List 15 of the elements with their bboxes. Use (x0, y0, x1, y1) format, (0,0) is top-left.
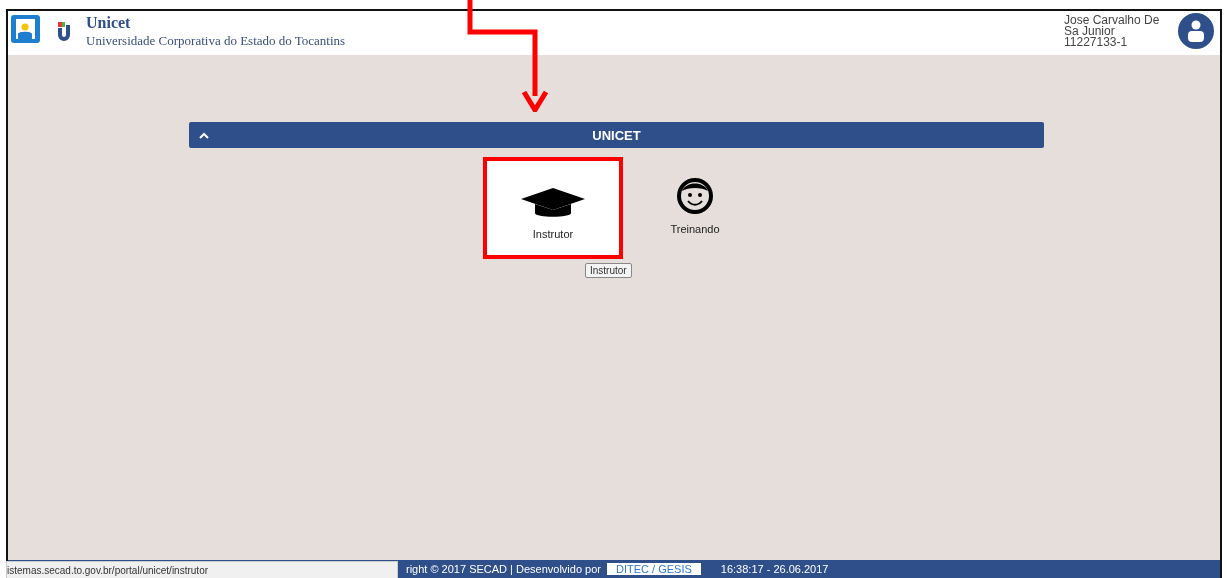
app-subtitle: Universidade Corporativa do Estado do Tocantins (86, 33, 347, 49)
app-title: Unicet (86, 13, 132, 33)
smiley-face-icon (676, 177, 714, 215)
user-id: 11227133-1 (1064, 37, 1129, 48)
copyright-text: right © 2017 SECAD | Desenvolvido por (406, 563, 601, 575)
user-name: Jose Carvalho De Sa Junior (1064, 15, 1161, 37)
module-tile[interactable]: Treinando (629, 161, 761, 255)
section-title: UNICET (591, 127, 642, 143)
u-logo-icon (56, 21, 72, 43)
developer-link[interactable]: DITEC / GESIS (607, 563, 701, 575)
status-url: istemas.secad.to.gov.br/portal/unicet/instrutor (6, 561, 398, 578)
user-avatar-icon[interactable] (1178, 13, 1214, 49)
graduation-cap-icon (521, 188, 585, 220)
tooltip: Instrutor (585, 263, 632, 278)
timestamp: 16:38:17 - 26.06.2017 (720, 563, 829, 575)
